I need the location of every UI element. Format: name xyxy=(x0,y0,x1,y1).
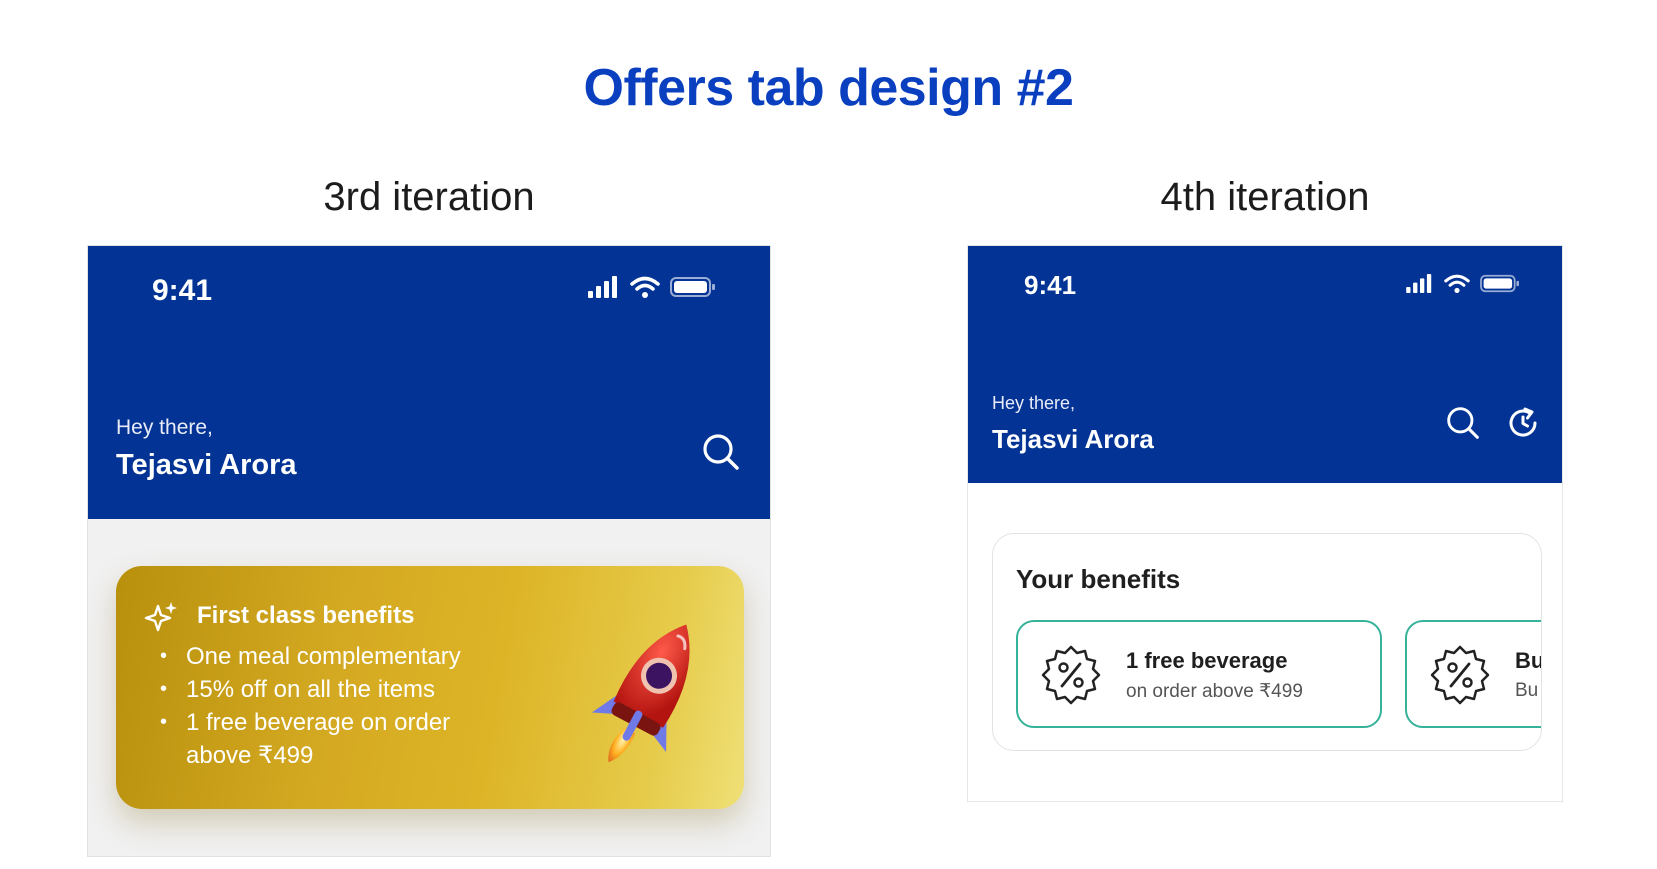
app-header: 9:41 Hey there, Tejasvi Arora xyxy=(968,246,1562,483)
wifi-icon xyxy=(1444,274,1470,293)
greeting: Hey there, xyxy=(116,416,213,439)
benefit-card[interactable]: 1 free beverage on order above ₹499 xyxy=(1016,620,1382,728)
status-time: 9:41 xyxy=(1024,270,1077,300)
card-title: First class benefits xyxy=(197,602,415,629)
benefit-subtitle: on order above ₹499 xyxy=(1126,681,1303,702)
benefit-title: Bu xyxy=(1515,648,1542,673)
status-time: 9:41 xyxy=(152,274,213,307)
history-icon[interactable] xyxy=(1506,406,1540,440)
your-benefits-panel: Your benefits 1 free beverage on order a… xyxy=(992,533,1542,751)
discount-badge-icon xyxy=(1430,645,1490,705)
phone-iteration-4: 9:41 Hey there, Tejasvi Arora Your benef… xyxy=(967,245,1563,802)
signal-icon xyxy=(588,276,617,298)
benefit-title: 1 free beverage xyxy=(1126,648,1288,673)
user-name: Tejasvi Arora xyxy=(992,424,1154,454)
list-item: • 1 free beverage on order above ₹499 xyxy=(160,709,451,769)
signal-icon xyxy=(1406,274,1432,293)
sparkle-icon xyxy=(144,602,177,632)
benefits-list: • One meal complementary • 15% off on all … xyxy=(156,640,461,772)
section-title: Your benefits xyxy=(1016,564,1181,594)
battery-icon xyxy=(670,277,715,297)
status-icons xyxy=(588,276,716,298)
greeting: Hey there, xyxy=(992,393,1076,413)
first-class-benefits-card[interactable]: First class benefits • One meal complemen… xyxy=(116,566,744,809)
iteration-3-label: 3rd iteration xyxy=(323,175,535,219)
discount-badge-icon xyxy=(1041,645,1101,705)
list-item: • 15% off on all the items xyxy=(160,676,436,703)
phone-iteration-3: 9:41 Hey there, Tejasvi Arora First clas… xyxy=(87,245,771,857)
page-title: Offers tab design #2 xyxy=(583,59,1074,117)
rocket-icon xyxy=(591,624,690,763)
list-item: • One meal complementary xyxy=(160,643,461,670)
benefit-subtitle: Bu xyxy=(1515,680,1539,701)
search-icon[interactable] xyxy=(1446,406,1480,440)
search-icon[interactable] xyxy=(702,433,740,471)
app-header: 9:41 Hey there, Tejasvi Arora xyxy=(88,246,770,519)
wifi-icon xyxy=(630,276,660,298)
battery-icon xyxy=(1480,274,1519,293)
benefit-card[interactable]: Bu Bu xyxy=(1405,620,1542,728)
iteration-4-label: 4th iteration xyxy=(1160,175,1370,219)
status-icons xyxy=(1406,274,1520,293)
user-name: Tejasvi Arora xyxy=(116,449,297,481)
